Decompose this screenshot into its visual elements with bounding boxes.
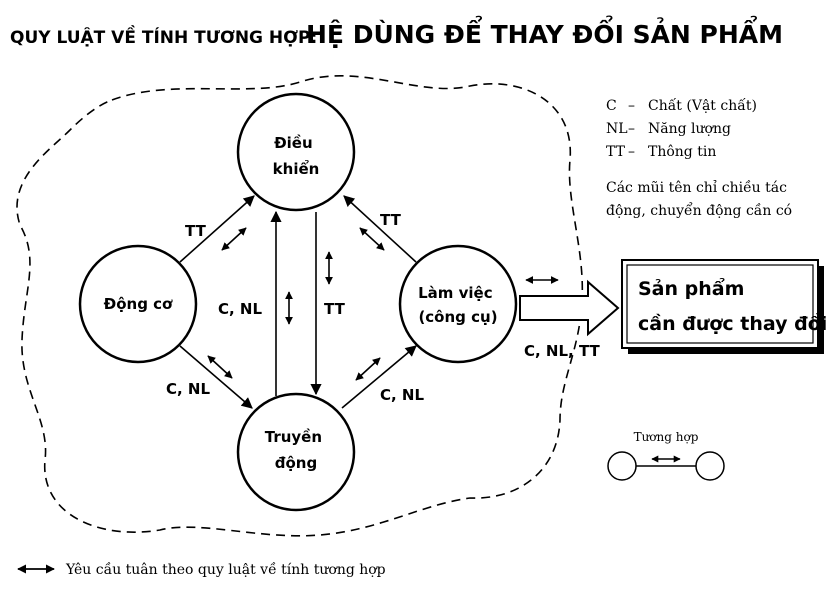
legend-note-1: Các mũi tên chỉ chiều tác <box>606 179 787 196</box>
label-transmission-control: C, NL <box>218 300 262 318</box>
node-working <box>398 244 518 364</box>
label-control-working: TT <box>380 211 402 229</box>
edge-control-to-working <box>343 195 417 263</box>
legend-abbr-nl: NL <box>606 121 628 137</box>
node-transmission <box>236 392 356 512</box>
legend-dash-c: – <box>628 98 635 114</box>
edge-engine-to-transmission <box>179 345 253 409</box>
node-engine-label: Động cơ <box>104 295 173 313</box>
output-arrow <box>519 279 620 337</box>
footnote-text: Yêu cầu tuân theo quy luật về tính tương… <box>65 561 386 578</box>
legend: C – Chất (Vật chất) NL – Năng lượng TT –… <box>606 97 792 219</box>
title-main: HỆ DÙNG ĐỂ THAY ĐỔI SẢN PHẨM <box>306 14 783 49</box>
compat-arrow-engine-control <box>221 227 247 251</box>
legend-text-c: Chất (Vật chất) <box>648 97 757 114</box>
compat-circle-right <box>695 451 725 481</box>
compat-label: Tương hợp <box>634 430 699 444</box>
node-control <box>236 92 356 212</box>
legend-dash-nl: – <box>628 121 635 137</box>
compat-circle-left <box>607 451 637 481</box>
compat-arrow-transmission-working <box>355 357 381 381</box>
label-output: C, NL, TT <box>524 342 601 360</box>
label-engine-control: TT <box>185 222 207 240</box>
compat-example: Tương hợp <box>607 430 725 481</box>
legend-abbr-tt: TT <box>606 144 626 160</box>
legend-abbr-c: C <box>606 98 617 114</box>
label-control-transmission: TT <box>324 300 346 318</box>
label-transmission-working: C, NL <box>380 386 424 404</box>
legend-text-nl: Năng lượng <box>648 121 731 137</box>
compat-arrow-control-working <box>359 227 385 251</box>
legend-note-2: động, chuyển động cần có <box>606 201 792 219</box>
compat-arrow-engine-transmission <box>207 355 233 379</box>
legend-text-tt: Thông tin <box>648 144 716 160</box>
label-engine-transmission: C, NL <box>166 380 210 398</box>
title-prefix: QUY LUẬT VỀ TÍNH TƯƠNG HỢP: <box>10 24 317 48</box>
diagram-canvas: QUY LUẬT VỀ TÍNH TƯƠNG HỢP: HỆ DÙNG ĐỂ T… <box>10 14 827 578</box>
legend-dash-tt: – <box>628 144 635 160</box>
